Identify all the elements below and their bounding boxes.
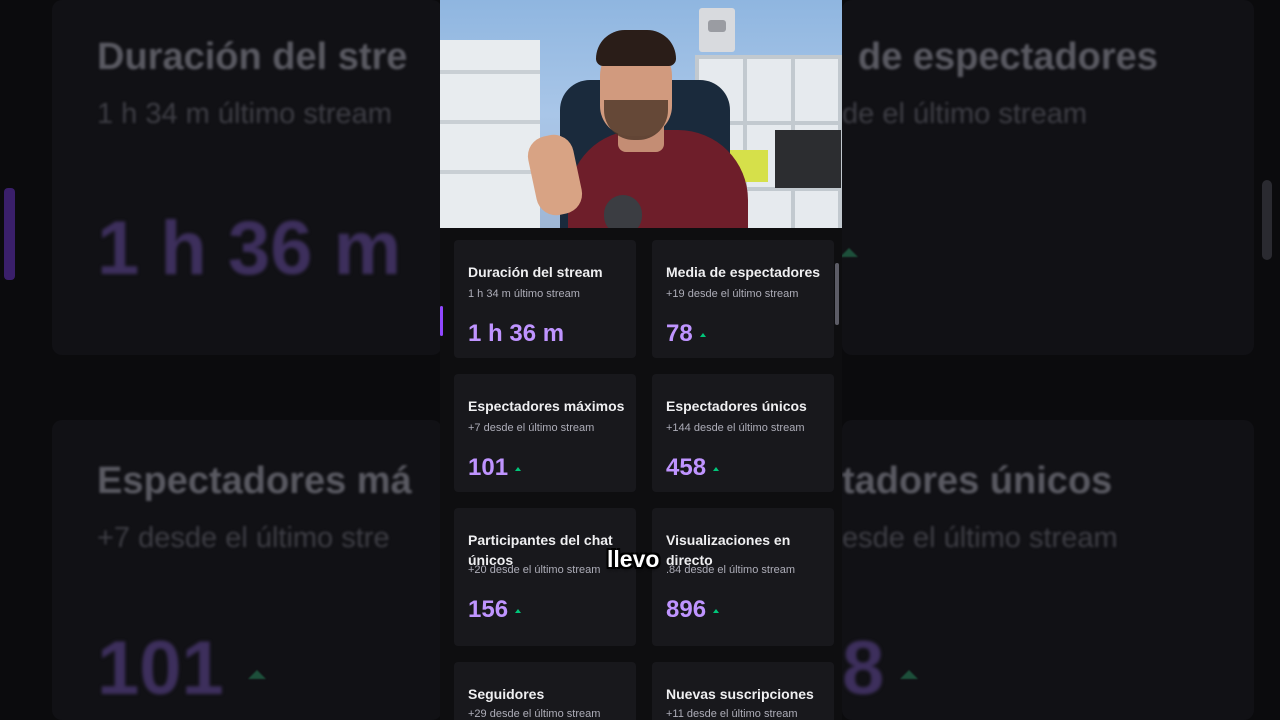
webcam-video [440, 0, 842, 228]
console [775, 130, 841, 188]
card-title: Espectadores máximos [468, 398, 625, 414]
bg-value: 1 h 36 m [97, 206, 402, 291]
bg-title: tadores únicos [842, 460, 1113, 502]
card-value: 1 h 36 m [468, 320, 565, 347]
active-indicator [440, 306, 443, 336]
stat-card-suscripciones[interactable]: Nuevas suscripciones +11 desde el último… [652, 662, 834, 720]
card-value: 101 [468, 454, 522, 482]
stat-card-media[interactable]: Media de espectadores +19 desde el últim… [652, 240, 834, 358]
shelf [440, 40, 540, 228]
bg-accent-bar [4, 188, 15, 280]
stat-card-visualizaciones[interactable]: Visualizaciones en directo .84 desde el … [652, 508, 834, 646]
bg-value: 101 [97, 626, 224, 711]
stat-card-unicos[interactable]: Espectadores únicos +144 desde el último… [652, 374, 834, 492]
stat-card-maximos[interactable]: Espectadores máximos +7 desde el último … [454, 374, 636, 492]
bg-value: 8 [842, 626, 885, 711]
up-arrow-icon [515, 609, 522, 613]
bg-up-arrow-icon [900, 670, 918, 679]
card-sub: +20 desde el último stream [468, 564, 601, 576]
bg-sub: +7 desde el último stre [97, 522, 390, 554]
stat-card-seguidores[interactable]: Seguidores +29 desde el último stream [454, 662, 636, 720]
play-button-award [699, 8, 735, 52]
card-value: 458 [666, 454, 720, 482]
bg-title: Duración del stre [97, 36, 408, 78]
card-value: 156 [468, 596, 522, 624]
stat-card-chat[interactable]: Participantes del chat únicos +20 desde … [454, 508, 636, 646]
card-value: 896 [666, 596, 720, 624]
bg-title: Espectadores má [97, 460, 412, 502]
card-title: Duración del stream [468, 264, 603, 280]
bg-scrollbar [1262, 180, 1272, 260]
bg-title: de espectadores [858, 36, 1158, 78]
card-title: Media de espectadores [666, 264, 821, 280]
microphone [604, 195, 642, 228]
stat-card-duracion[interactable]: Duración del stream 1 h 34 m último stre… [454, 240, 636, 358]
card-title: Espectadores únicos [666, 398, 807, 414]
subtitle-caption: llevo [607, 546, 660, 572]
card-sub: +7 desde el último stream [468, 422, 595, 434]
up-arrow-icon [713, 609, 720, 613]
up-arrow-icon [713, 467, 720, 471]
bg-sub: de el último stream [842, 98, 1087, 130]
phone-frame: Duración del stream 1 h 34 m último stre… [440, 0, 842, 720]
bg-sub: 1 h 34 m último stream [97, 98, 392, 130]
bg-sub: esde el último stream [842, 522, 1118, 554]
card-sub: 1 h 34 m último stream [468, 288, 580, 300]
stats-panel: Duración del stream 1 h 34 m último stre… [440, 228, 842, 720]
card-sub: +29 desde el último stream [468, 708, 601, 720]
card-title: Seguidores [468, 686, 545, 702]
card-sub: +144 desde el último stream [666, 422, 805, 434]
scrollbar[interactable] [835, 263, 839, 325]
card-sub: +11 desde el último stream [666, 708, 798, 720]
card-sub: +19 desde el último stream [666, 288, 799, 300]
bg-up-arrow-icon [248, 670, 266, 679]
up-arrow-icon [699, 333, 706, 337]
card-value: 78 [666, 320, 706, 348]
up-arrow-icon [515, 467, 522, 471]
card-sub: .84 desde el último stream [666, 564, 796, 576]
bg-up-arrow-icon [840, 248, 858, 257]
person-hair [596, 30, 676, 66]
card-title: Nuevas suscripciones [666, 686, 814, 702]
